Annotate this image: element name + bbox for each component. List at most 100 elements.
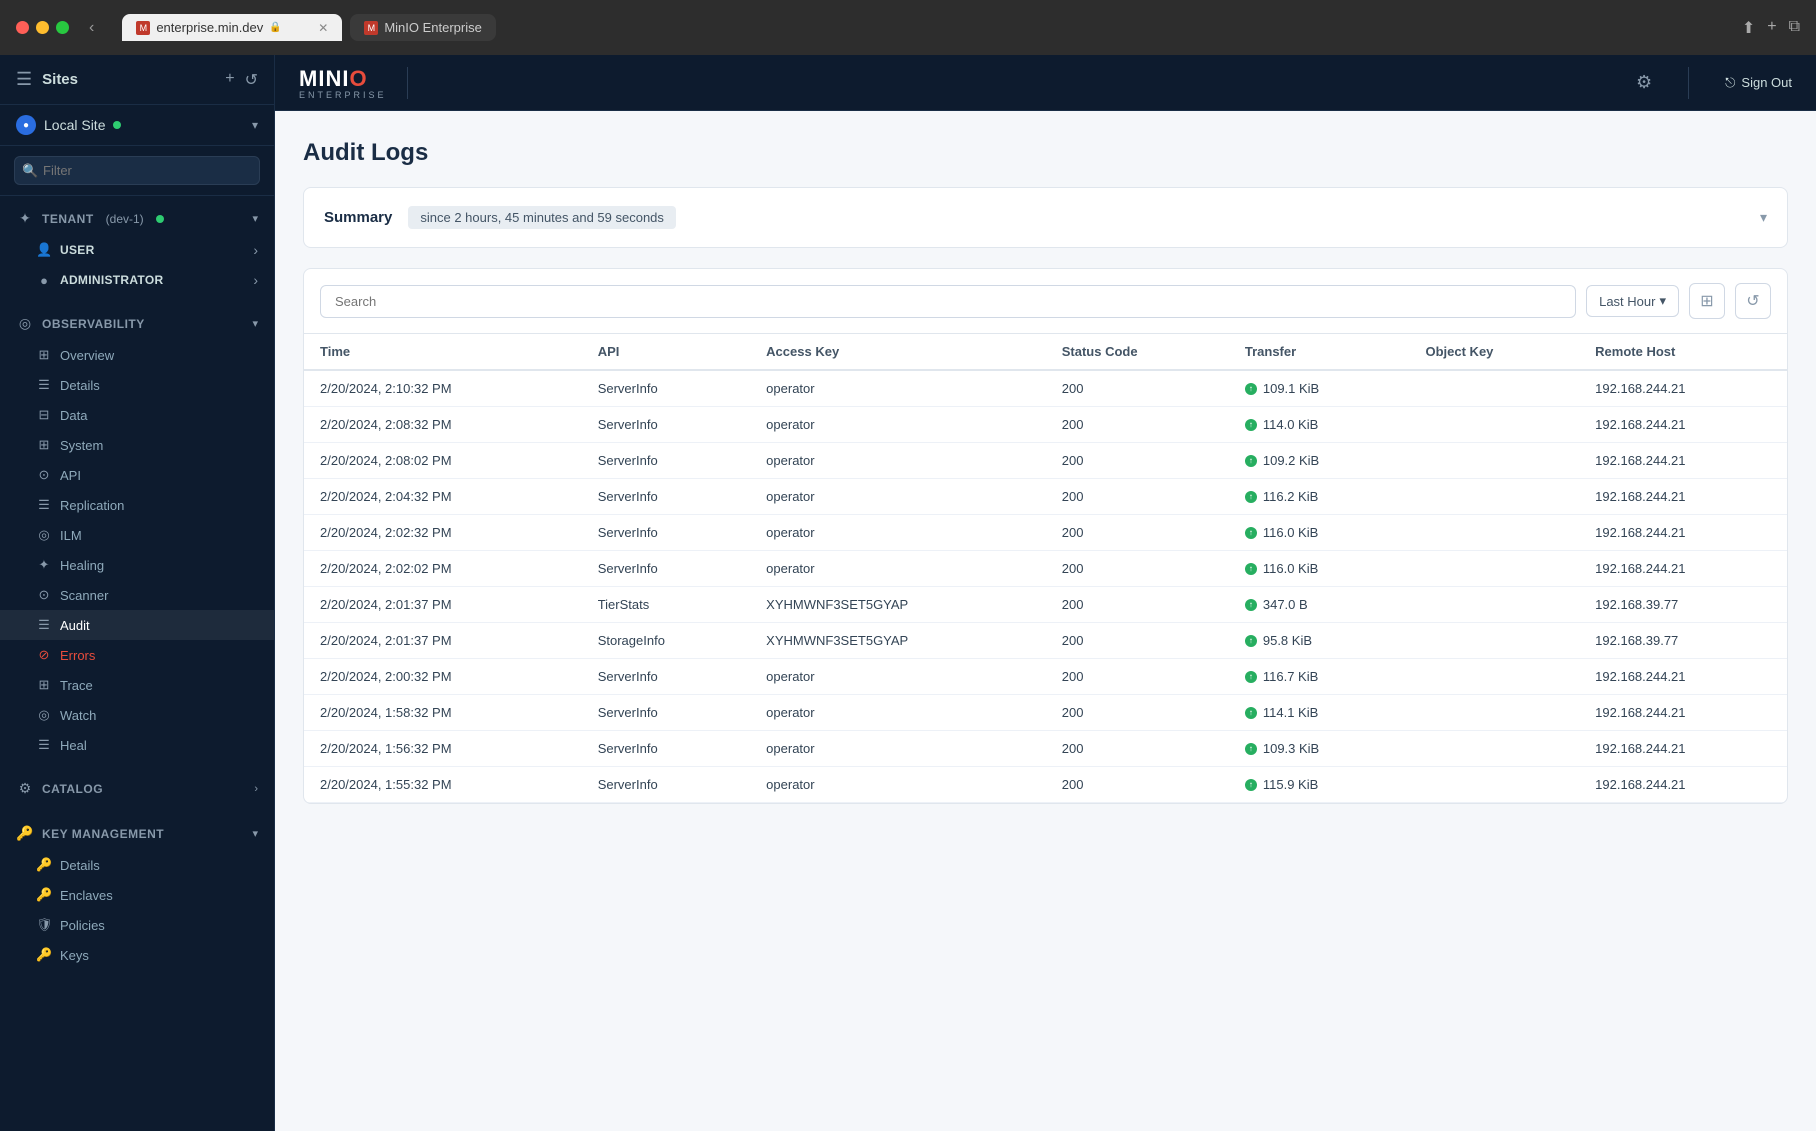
table-row[interactable]: 2/20/2024, 2:01:37 PM StorageInfo XYHMWN… (304, 623, 1787, 659)
refresh-icon: ↺ (1746, 291, 1759, 311)
cell-transfer: 109.3 KiB (1229, 731, 1410, 767)
sidebar-item-system[interactable]: ⊞ System (0, 430, 274, 460)
sidebar-item-replication[interactable]: ☰ Replication (0, 490, 274, 520)
sidebar-item-audit[interactable]: ☰ Audit (0, 610, 274, 640)
cell-status: 200 (1046, 767, 1229, 803)
time-filter-select[interactable]: Last Hour ▾ (1586, 285, 1679, 317)
km-details-icon: 🔑 (36, 857, 52, 873)
table-row[interactable]: 2/20/2024, 2:04:32 PM ServerInfo operato… (304, 479, 1787, 515)
tenant-label: TENANT (42, 212, 94, 226)
col-transfer: Transfer (1229, 334, 1410, 370)
cell-remote-host: 192.168.39.77 (1579, 587, 1787, 623)
observability-section-header[interactable]: ◎ OBSERVABILITY ▾ (0, 307, 274, 340)
keys-label: Keys (60, 948, 89, 963)
sidebar-item-details[interactable]: ☰ Details (0, 370, 274, 400)
cell-object-key (1409, 515, 1579, 551)
key-management-section-header[interactable]: 🔑 KEY MANAGEMENT ▾ (0, 817, 274, 850)
transfer-indicator (1245, 671, 1257, 683)
ilm-icon: ◎ (36, 527, 52, 543)
details-label: Details (60, 378, 100, 393)
transfer-value: 95.8 KiB (1263, 633, 1312, 648)
cell-remote-host: 192.168.244.21 (1579, 659, 1787, 695)
overview-label: Overview (60, 348, 114, 363)
sign-out-button[interactable]: ⎋ Sign Out (1725, 75, 1792, 91)
minimize-button[interactable] (36, 21, 49, 34)
audit-icon: ☰ (36, 617, 52, 633)
audit-table: Time API Access Key Status Code Transfer… (304, 334, 1787, 803)
hamburger-icon[interactable]: ☰ (16, 69, 32, 90)
catalog-label: CATALOG (42, 782, 103, 796)
fullscreen-button[interactable] (56, 21, 69, 34)
tab-favicon: M (136, 21, 150, 35)
transfer-value: 116.0 KiB (1263, 525, 1318, 540)
sidebar-item-heal[interactable]: ☰ Heal (0, 730, 274, 760)
filter-input[interactable] (14, 156, 260, 185)
refresh-sites-button[interactable]: ↺ (245, 70, 258, 90)
sidebar-item-data[interactable]: ⊟ Data (0, 400, 274, 430)
sidebar-item-policies[interactable]: 🛡 Policies (0, 910, 274, 940)
catalog-icon: ⚙ (16, 780, 34, 797)
table-row[interactable]: 2/20/2024, 2:08:02 PM ServerInfo operato… (304, 443, 1787, 479)
new-tab-icon[interactable]: + (1767, 18, 1776, 38)
details-icon: ☰ (36, 377, 52, 393)
table-row[interactable]: 2/20/2024, 2:08:32 PM ServerInfo operato… (304, 407, 1787, 443)
table-row[interactable]: 2/20/2024, 2:00:32 PM ServerInfo operato… (304, 659, 1787, 695)
cell-status: 200 (1046, 731, 1229, 767)
sidebar-item-user[interactable]: 👤 USER › (0, 235, 274, 265)
summary-chevron-icon[interactable]: ▾ (1760, 209, 1767, 226)
tab-url: enterprise.min.dev (156, 20, 263, 35)
sidebar-item-ilm[interactable]: ◎ ILM (0, 520, 274, 550)
sidebar-item-km-details[interactable]: 🔑 Details (0, 850, 274, 880)
cell-object-key (1409, 443, 1579, 479)
active-tab[interactable]: M enterprise.min.dev 🔒 ✕ (122, 14, 342, 41)
sidebar-item-administrator[interactable]: ● ADMINISTRATOR › (0, 265, 274, 295)
sidebar-item-watch[interactable]: ◎ Watch (0, 700, 274, 730)
tenant-section-header[interactable]: ✦ TENANT (dev-1) ▾ (0, 202, 274, 235)
search-input[interactable] (320, 285, 1576, 318)
user-arrow: › (253, 242, 258, 258)
sidebar-item-errors[interactable]: ⊘ Errors (0, 640, 274, 670)
tabs-icon[interactable]: ⧉ (1789, 18, 1800, 38)
transfer-value: 109.3 KiB (1263, 741, 1319, 756)
add-site-button[interactable]: + (225, 70, 234, 90)
catalog-section-header[interactable]: ⚙ CATALOG › (0, 772, 274, 805)
scanner-label: Scanner (60, 588, 108, 603)
table-row[interactable]: 2/20/2024, 2:02:02 PM ServerInfo operato… (304, 551, 1787, 587)
table-row[interactable]: 2/20/2024, 2:01:37 PM TierStats XYHMWNF3… (304, 587, 1787, 623)
sidebar-item-healing[interactable]: ✦ Healing (0, 550, 274, 580)
settings-button[interactable]: ⚙ (1636, 72, 1652, 93)
table-row[interactable]: 2/20/2024, 1:58:32 PM ServerInfo operato… (304, 695, 1787, 731)
inactive-tab[interactable]: M MinIO Enterprise (350, 14, 496, 41)
site-selector[interactable]: ● Local Site ▾ (0, 105, 274, 146)
sidebar-item-enclaves[interactable]: 🔑 Enclaves (0, 880, 274, 910)
site-chevron-icon: ▾ (252, 118, 258, 132)
tab-close-icon[interactable]: ✕ (318, 21, 328, 35)
transfer-value: 114.0 KiB (1263, 417, 1318, 432)
cell-remote-host: 192.168.244.21 (1579, 515, 1787, 551)
table-row[interactable]: 2/20/2024, 1:56:32 PM ServerInfo operato… (304, 731, 1787, 767)
table-row[interactable]: 2/20/2024, 1:55:32 PM ServerInfo operato… (304, 767, 1787, 803)
sidebar-item-keys[interactable]: 🔑 Keys (0, 940, 274, 970)
back-button[interactable]: ‹ (89, 19, 94, 37)
sidebar-item-trace[interactable]: ⊞ Trace (0, 670, 274, 700)
trace-label: Trace (60, 678, 93, 693)
sidebar-item-scanner[interactable]: ⊙ Scanner (0, 580, 274, 610)
sidebar-item-api[interactable]: ⊙ API (0, 460, 274, 490)
cell-remote-host: 192.168.244.21 (1579, 479, 1787, 515)
key-management-icon: 🔑 (16, 825, 34, 842)
refresh-button[interactable]: ↺ (1735, 283, 1771, 319)
sidebar-item-overview[interactable]: ⊞ Overview (0, 340, 274, 370)
filter-button[interactable]: ⊞ (1689, 283, 1725, 319)
share-icon[interactable]: ⬆ (1742, 18, 1755, 38)
km-details-label: Details (60, 858, 100, 873)
table-row[interactable]: 2/20/2024, 2:10:32 PM ServerInfo operato… (304, 370, 1787, 407)
cell-object-key (1409, 407, 1579, 443)
top-bar-divider-2 (1688, 67, 1689, 99)
cell-object-key (1409, 659, 1579, 695)
close-button[interactable] (16, 21, 29, 34)
cell-status: 200 (1046, 479, 1229, 515)
replication-icon: ☰ (36, 497, 52, 513)
col-access-key: Access Key (750, 334, 1046, 370)
page-title: Audit Logs (303, 139, 1788, 167)
table-row[interactable]: 2/20/2024, 2:02:32 PM ServerInfo operato… (304, 515, 1787, 551)
